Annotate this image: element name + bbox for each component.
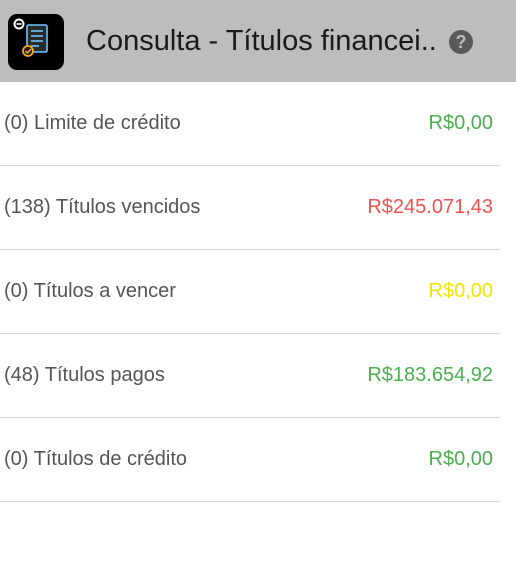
item-label: (0) Limite de crédito	[4, 112, 181, 134]
item-value: R$183.654,92	[367, 364, 493, 386]
item-value: R$245.071,43	[367, 196, 493, 218]
page-title: Consulta - Títulos financei...	[86, 25, 438, 57]
item-label: (48) Títulos pagos	[4, 364, 165, 386]
list-item-limite-credito[interactable]: (0) Limite de crédito R$0,00	[0, 82, 500, 166]
item-label: (0) Títulos de crédito	[4, 448, 188, 470]
list-item-titulos-a-vencer[interactable]: (0) Títulos a vencer R$0,00	[0, 250, 500, 334]
document-app-icon[interactable]	[8, 14, 64, 70]
help-icon[interactable]: ?	[449, 30, 473, 54]
list-item-titulos-credito[interactable]: (0) Títulos de crédito R$0,00	[0, 418, 500, 502]
item-value: R$0,00	[428, 280, 494, 302]
item-value: R$0,00	[428, 112, 494, 134]
list-item-titulos-vencidos[interactable]: (138) Títulos vencidos R$245.071,43	[0, 166, 500, 250]
item-label: (138) Títulos vencidos	[4, 196, 201, 218]
item-value: R$0,00	[428, 448, 494, 470]
item-label: (0) Títulos a vencer	[4, 280, 176, 302]
app-bar: Consulta - Títulos financei... ?	[0, 0, 516, 82]
financial-summary-list: (0) Limite de crédito R$0,00 (138) Títul…	[0, 82, 500, 502]
list-item-titulos-pagos[interactable]: (48) Títulos pagos R$183.654,92	[0, 334, 500, 418]
